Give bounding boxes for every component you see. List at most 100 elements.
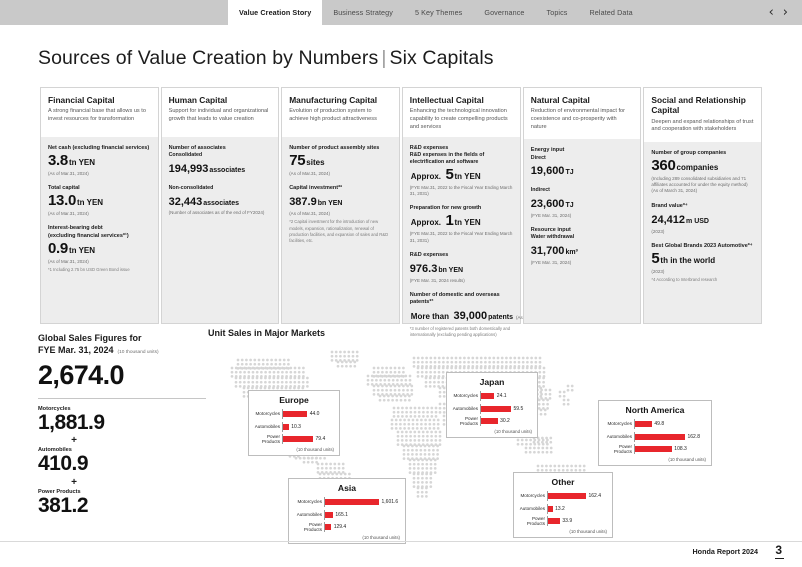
nav-tab-topics[interactable]: Topics	[536, 0, 579, 25]
region-bar-row: Automobiles13.2	[519, 504, 607, 514]
capital-stat-note: (FYE Mar. 31, 2024)	[531, 213, 634, 219]
capital-card-subtitle: Support for individual and organizationa…	[169, 108, 272, 123]
region-chart-europe: EuropeMotorcycles44.0Automobiles10.3Powe…	[248, 390, 340, 456]
capital-stat: Best Global Brands 2023 Automotive*⁴5th …	[651, 243, 754, 283]
region-chart-asia: AsiaMotorcycles1,601.6Automobiles165.1Po…	[288, 478, 406, 544]
global-sales-title: Global Sales Figures for FYE Mar. 31, 20…	[38, 332, 206, 357]
sales-plus-sign: +	[38, 477, 110, 488]
capital-stat-label: Number of domestic and overseas patents*…	[410, 292, 513, 306]
capital-card-title: Intellectual Capital	[410, 95, 513, 105]
nav-tab-value-creation-story[interactable]: Value Creation Story	[228, 0, 322, 25]
nav-tab-business-strategy[interactable]: Business Strategy	[322, 0, 404, 25]
capital-stat-label: R&D expenses	[410, 252, 513, 259]
capital-stat-number: 13.0	[48, 192, 76, 209]
capital-card-title: Manufacturing Capital	[289, 95, 392, 105]
region-bar-label: PowerProducts	[519, 516, 547, 527]
capital-card-body: Net cash (excluding financial services)3…	[41, 137, 158, 323]
capital-stat-note: (FYE Mar.31, 2022 to the Fiscal Year End…	[410, 231, 513, 244]
capital-card-body: Number of product assembly sites75sites(…	[282, 137, 399, 323]
capital-stat-number: 24,412	[651, 214, 685, 226]
sales-category-item: Automobiles410.9	[38, 447, 206, 476]
capital-stat-label: Interest-bearing debt(excluding financia…	[48, 225, 151, 239]
capital-stat-unit: companies	[676, 163, 719, 172]
capital-card-manufacturing-capital: Manufacturing Capital Evolution of produc…	[281, 87, 400, 324]
capital-stat-note: (As of Mar.31, 2024)	[289, 211, 392, 217]
capital-stat-value: 3.8tn YEN	[48, 153, 151, 170]
capital-stat-label: Number of group companies	[651, 150, 754, 157]
capital-stat-value: 194,993associates	[169, 160, 272, 177]
capital-stat-number: 3.8	[48, 152, 68, 169]
capital-stat-number: 5	[445, 166, 453, 183]
footer-divider	[0, 541, 802, 542]
region-bar-value: 129.4	[331, 524, 346, 530]
capital-stat: Interest-bearing debt(excluding financia…	[48, 225, 151, 272]
region-bar-value: 162.8	[685, 434, 700, 440]
region-chart-north-america: North AmericaMotorcycles49.8Automobiles1…	[598, 400, 712, 466]
region-bar-row: PowerProducts 79.4	[254, 434, 334, 444]
region-bar-label: PowerProducts	[254, 434, 282, 445]
capital-card-subtitle: Evolution of production system to achiev…	[289, 108, 392, 123]
sales-category-value: 381.2	[38, 495, 206, 518]
global-sales-figures-panel: Global Sales Figures for FYE Mar. 31, 20…	[38, 332, 206, 518]
page-title-main: Sources of Value Creation by Numbers	[38, 47, 378, 69]
region-bar-value: 13.2	[553, 506, 565, 512]
capital-stat-unit: km³	[564, 249, 577, 256]
global-sales-title-line1: Global Sales Figures for	[38, 333, 142, 343]
region-chart-unit-note: (10 thousand units)	[254, 447, 334, 452]
capital-stat-number: 39,000	[453, 310, 487, 322]
region-bar-value: 33.9	[560, 518, 572, 524]
region-chart-title: Asia	[294, 483, 400, 493]
region-chart-title: Europe	[254, 395, 334, 405]
region-bar-value: 162.4	[586, 493, 601, 499]
capital-stat: Energy inputDirect19,600TJ	[531, 147, 634, 179]
capital-stat: Number of product assembly sites75sites(…	[289, 145, 392, 177]
prev-page-icon[interactable]: ‹	[769, 6, 774, 19]
capital-stat-note: (2023)	[651, 229, 754, 235]
capital-card-header: Human CapitalSupport for individual and …	[162, 88, 279, 137]
capital-stat-number: 19,600	[531, 165, 565, 177]
region-bar-label: Motorcycles	[452, 393, 480, 398]
nav-tab-governance[interactable]: Governance	[473, 0, 535, 25]
capital-stat-number: 976.3	[410, 263, 438, 275]
capital-stat-value: Approx. 1tn YEN	[410, 213, 513, 230]
capital-card-header: Financial CapitalA strong financial base…	[41, 88, 158, 137]
capital-stat-prefix: Approx.	[410, 218, 441, 227]
global-sales-divider	[38, 398, 206, 399]
region-bar	[325, 499, 379, 505]
nav-tab-5-key-themes[interactable]: 5 Key Themes	[404, 0, 473, 25]
capital-stat-label: Resource input	[531, 227, 634, 234]
sales-plus-sign: +	[38, 435, 110, 446]
region-bar-label: PowerProducts	[294, 522, 324, 533]
region-bar-value: 44.0	[307, 411, 319, 417]
next-page-icon[interactable]: ›	[783, 6, 788, 19]
region-bar-label: Motorcycles	[254, 411, 282, 416]
capital-stat-value: 23,600TJ	[531, 195, 634, 212]
capital-stat-value: 360companies	[651, 158, 754, 175]
region-chart-unit-note: (10 thousand units)	[452, 429, 532, 434]
capital-stat-sublabel: Consolidated	[169, 152, 272, 159]
capital-card-social-and-relationship-capital: Social and Relationship CapitalDeepen an…	[643, 87, 762, 324]
sales-category-value: 1,881.9	[38, 412, 206, 435]
page-title-secondary: Six Capitals	[390, 47, 494, 69]
capital-stat-footnote: *4 According to Interbrand research	[651, 277, 754, 283]
region-bar-label: Automobiles	[452, 406, 480, 411]
region-bar-row: Motorcycles162.4	[519, 491, 607, 501]
capital-stat-number: 75	[289, 152, 305, 169]
global-sales-unit-note: (10 thousand units)	[114, 350, 159, 355]
region-bar-row: Motorcycles1,601.6	[294, 497, 400, 507]
capital-stat-sublabel: Non-consolidated	[169, 185, 272, 192]
region-bar-value: 79.4	[313, 436, 325, 442]
region-bar-value: 108.3	[672, 446, 687, 452]
region-bar-value: 165.1	[333, 512, 348, 518]
capital-card-title: Financial Capital	[48, 95, 151, 105]
global-sales-title-line2: FYE Mar. 31, 2024	[38, 345, 114, 355]
region-bar-value: 24.1	[494, 393, 506, 399]
capital-stat: Number of group companies360companies(In…	[651, 150, 754, 195]
region-bar-value: 10.3	[289, 424, 301, 430]
region-bar-row: Motorcycles 44.0	[254, 409, 334, 419]
region-bar-value: 30.2	[498, 418, 510, 424]
capital-stat-unit: bn YEN	[317, 200, 343, 207]
region-bar-label: Motorcycles	[294, 499, 324, 504]
nav-tab-related-data[interactable]: Related Data	[579, 0, 644, 25]
capital-stat-value: 976.3bn YEN	[410, 260, 513, 277]
